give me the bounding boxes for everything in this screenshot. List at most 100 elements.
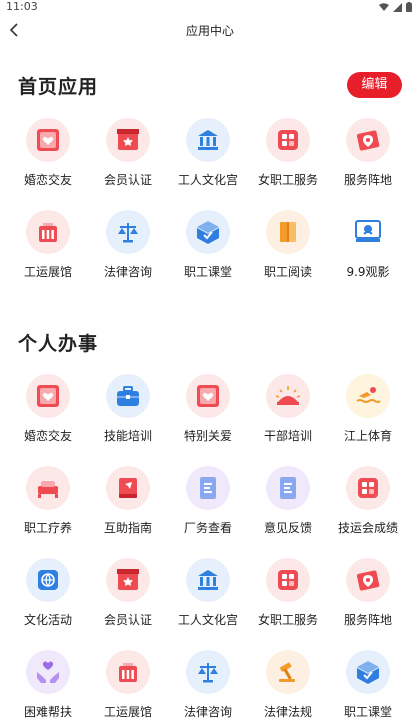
movie-screen-icon: [346, 210, 390, 254]
app-label: 技能培训: [103, 429, 152, 443]
document-icon: [266, 466, 310, 510]
personal_section-app-item[interactable]: 工运展馆: [88, 650, 168, 720]
home_section-app-item[interactable]: 女职工服务: [248, 118, 328, 198]
app-label: 工人文化宫: [177, 613, 238, 627]
app-label: 会员认证: [103, 173, 152, 187]
app-label: 女职工服务: [257, 613, 318, 627]
app-label: 9.9观影: [346, 265, 390, 279]
app-label: 工人文化宫: [177, 173, 238, 187]
personal_section-app-item[interactable]: 职工疗养: [8, 466, 88, 546]
app-label: 婚恋交友: [23, 429, 72, 443]
status-bar: 11:03: [0, 0, 420, 14]
app-label: 工运展馆: [103, 705, 152, 719]
heart-card-icon: [186, 374, 230, 418]
app-label: 会员认证: [103, 613, 152, 627]
class-box-icon: [346, 650, 390, 694]
signal-icon: [393, 2, 402, 12]
personal_section-app-item[interactable]: 婚恋交友: [8, 374, 88, 454]
edit-button[interactable]: 编辑: [347, 72, 402, 98]
member-badge-icon: [106, 118, 150, 162]
app-label: 法律咨询: [183, 705, 232, 719]
document-icon: [186, 466, 230, 510]
home_section-app-item[interactable]: 法律咨询: [88, 210, 168, 290]
app-label: 技运会成绩: [337, 521, 398, 535]
personal_section-app-item[interactable]: 女职工服务: [248, 558, 328, 638]
personal_section-app-item[interactable]: 技能培训: [88, 374, 168, 454]
battery-icon: [406, 2, 412, 12]
building-icon: [26, 210, 70, 254]
helping-hands-icon: [26, 650, 70, 694]
app-label: 意见反馈: [263, 521, 312, 535]
app-label: 职工课堂: [343, 705, 392, 719]
home_section-app-item[interactable]: 9.9观影: [328, 210, 408, 290]
app-label: 职工疗养: [23, 521, 72, 535]
home_section-app-item[interactable]: 婚恋交友: [8, 118, 88, 198]
heart-card-icon: [26, 374, 70, 418]
app-label: 干部培训: [263, 429, 312, 443]
personal_section-app-item[interactable]: 会员认证: [88, 558, 168, 638]
app-label: 江上体育: [343, 429, 392, 443]
globe-card-icon: [26, 558, 70, 602]
home_section-app-item[interactable]: 职工课堂: [168, 210, 248, 290]
palace-icon: [186, 558, 230, 602]
wifi-icon: [379, 2, 389, 11]
app-label: 女职工服务: [257, 173, 318, 187]
map-pin-icon: [346, 558, 390, 602]
guide-book-icon: [106, 466, 150, 510]
grid-apps-icon: [266, 118, 310, 162]
map-pin-icon: [346, 118, 390, 162]
personal_section-app-item[interactable]: 困难帮扶: [8, 650, 88, 720]
app-label: 法律法规: [263, 705, 312, 719]
app-label: 特别关爱: [183, 429, 232, 443]
section-title-personal: 个人办事: [18, 333, 99, 355]
briefcase-icon: [106, 374, 150, 418]
section-title-home: 首页应用: [18, 76, 99, 98]
personal_section-app-item[interactable]: 法律法规: [248, 650, 328, 720]
app-label: 厂务查看: [183, 521, 232, 535]
nav-bar: 应用中心: [0, 14, 420, 46]
sunrise-icon: [266, 374, 310, 418]
member-badge-icon: [106, 558, 150, 602]
grid-apps-icon: [266, 558, 310, 602]
book-icon: [266, 210, 310, 254]
app-label: 职工课堂: [183, 265, 232, 279]
swimmer-icon: [346, 374, 390, 418]
status-time: 11:03: [6, 0, 38, 13]
app-label: 工运展馆: [23, 265, 72, 279]
palace-icon: [186, 118, 230, 162]
personal_section-app-item[interactable]: 特别关爱: [168, 374, 248, 454]
home_section-app-item[interactable]: 职工阅读: [248, 210, 328, 290]
home_section-app-item[interactable]: 工运展馆: [8, 210, 88, 290]
app-label: 法律咨询: [103, 265, 152, 279]
personal_section-app-item[interactable]: 工人文化宫: [168, 558, 248, 638]
home_section-app-item[interactable]: 会员认证: [88, 118, 168, 198]
personal_section-app-item[interactable]: 意见反馈: [248, 466, 328, 546]
status-icons: [379, 2, 412, 12]
app-label: 婚恋交友: [23, 173, 72, 187]
app-label: 文化活动: [23, 613, 72, 627]
scales-icon: [106, 210, 150, 254]
personal_section-app-item[interactable]: 干部培训: [248, 374, 328, 454]
page-title: 应用中心: [185, 24, 234, 38]
personal_section-app-item[interactable]: 法律咨询: [168, 650, 248, 720]
app-label: 互助指南: [103, 521, 152, 535]
personal_section-app-item[interactable]: 文化活动: [8, 558, 88, 638]
personal_section-app-item[interactable]: 互助指南: [88, 466, 168, 546]
personal_section-app-item[interactable]: 技运会成绩: [328, 466, 408, 546]
app-label: 职工阅读: [263, 265, 312, 279]
personal_section-app-item[interactable]: 职工课堂: [328, 650, 408, 720]
app-label: 困难帮扶: [23, 705, 72, 719]
bed-icon: [26, 466, 70, 510]
personal_section-app-item[interactable]: 江上体育: [328, 374, 408, 454]
grid-apps-icon: [346, 466, 390, 510]
heart-card-icon: [26, 118, 70, 162]
building-icon: [106, 650, 150, 694]
home_section-app-item[interactable]: 工人文化宫: [168, 118, 248, 198]
personal_section-app-item[interactable]: 厂务查看: [168, 466, 248, 546]
app-label: 服务阵地: [343, 613, 392, 627]
personal_section-app-item[interactable]: 服务阵地: [328, 558, 408, 638]
app-label: 服务阵地: [343, 173, 392, 187]
class-box-icon: [186, 210, 230, 254]
gavel-icon: [266, 650, 310, 694]
home_section-app-item[interactable]: 服务阵地: [328, 118, 408, 198]
